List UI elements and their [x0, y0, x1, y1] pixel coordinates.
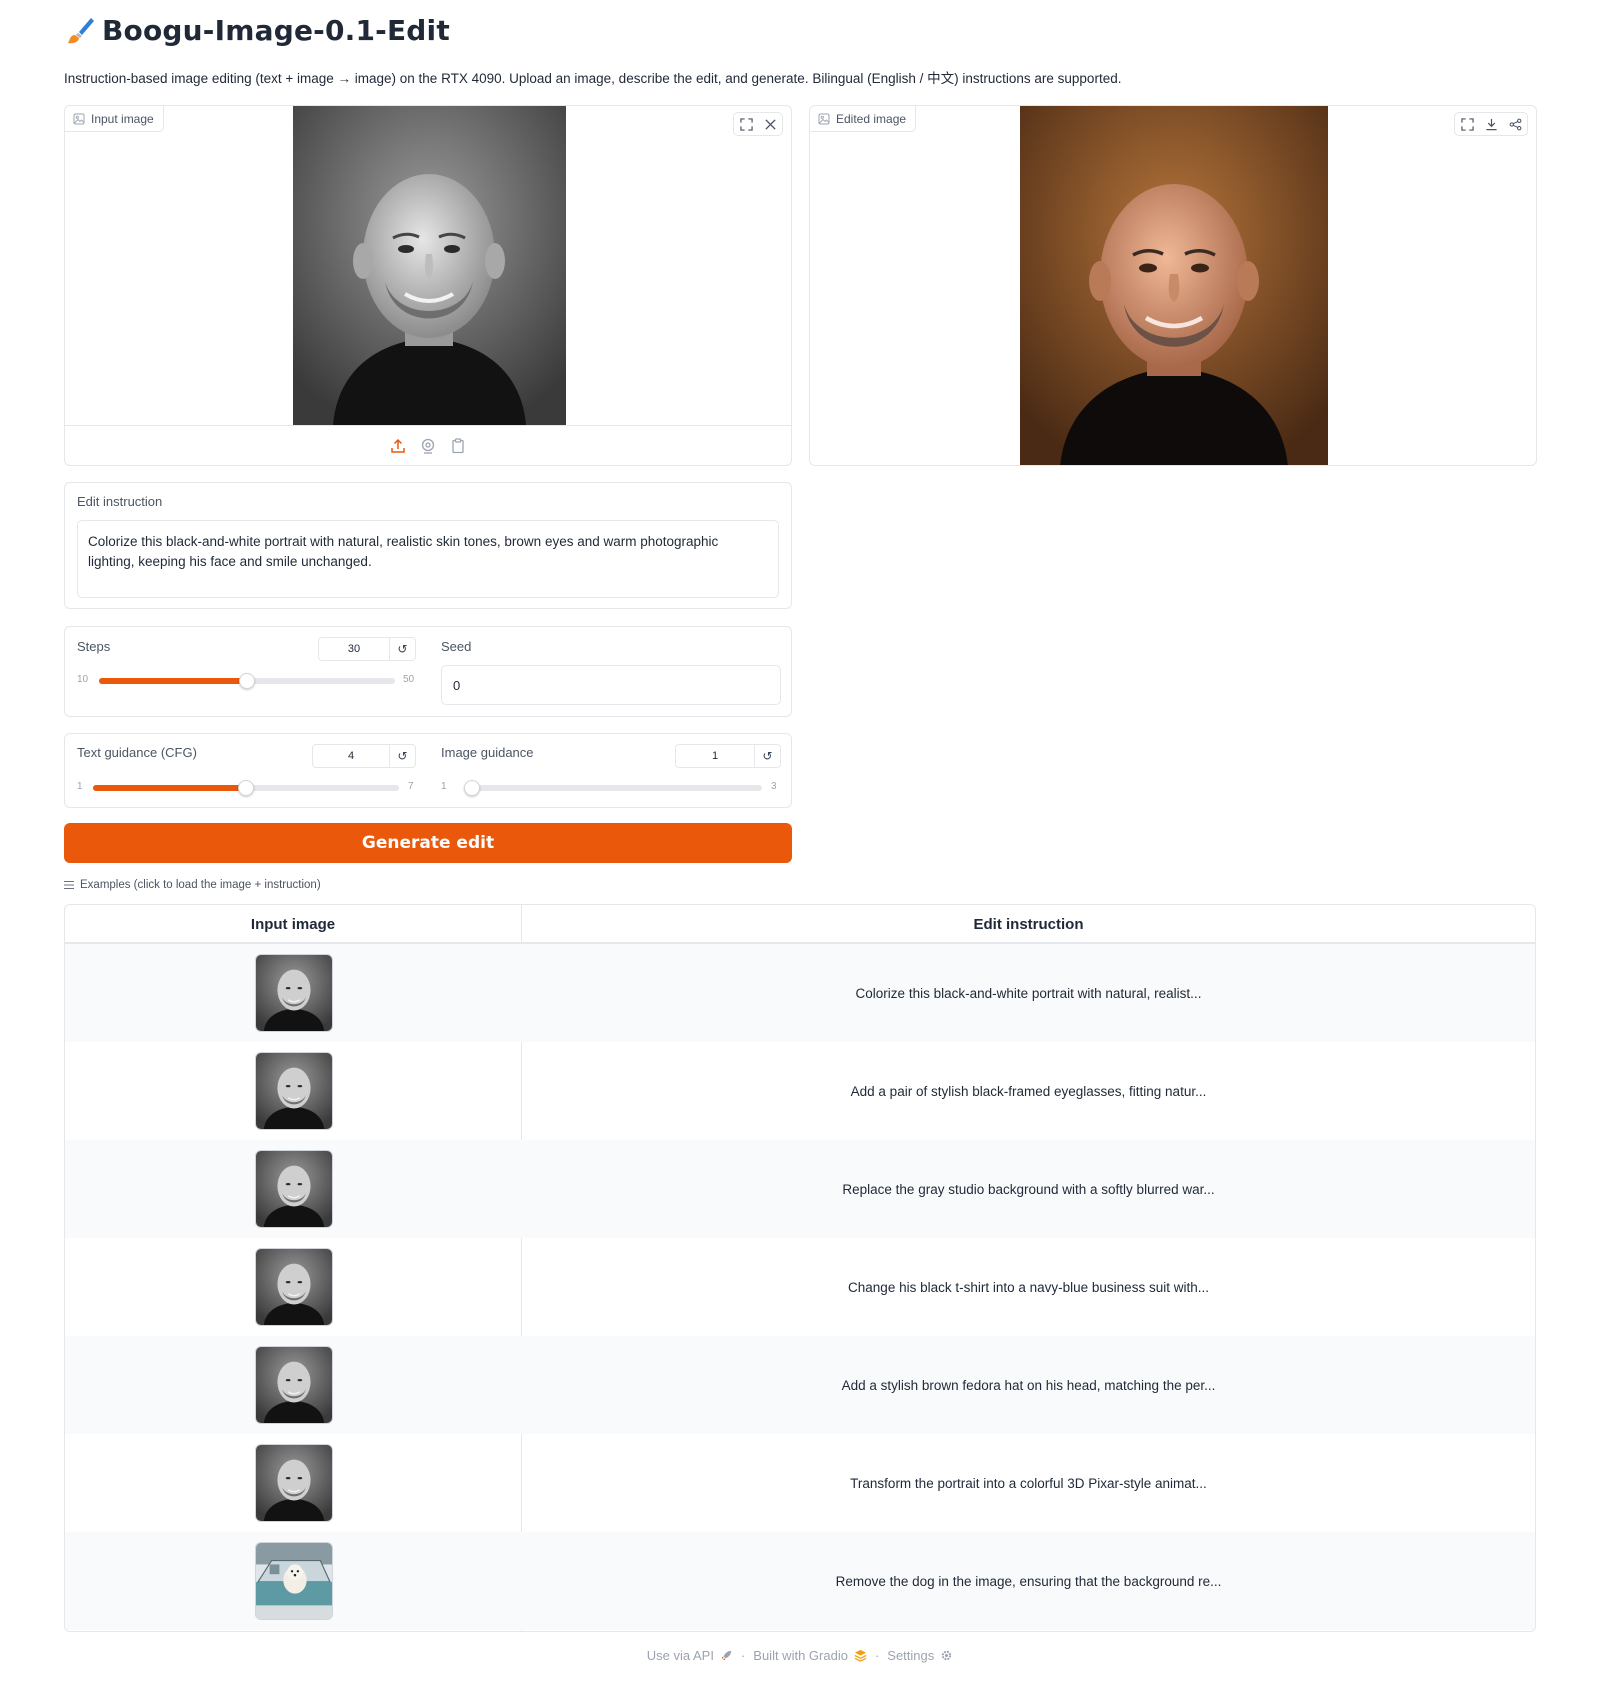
example-row[interactable]: Add a stylish brown fedora hat on his he…	[65, 1336, 1535, 1434]
download-icon[interactable]	[1479, 113, 1503, 135]
clipboard-icon[interactable]	[448, 436, 468, 456]
example-instruction[interactable]: Remove the dog in the image, ensuring th…	[522, 1532, 1535, 1630]
steps-slider-fill	[99, 678, 247, 684]
footer: Use via API · Built with Gradio · Settin…	[0, 1648, 1600, 1663]
use-via-api-link[interactable]: Use via API	[647, 1648, 733, 1663]
example-thumbnail[interactable]	[255, 1150, 333, 1228]
example-row[interactable]: Colorize this black-and-white portrait w…	[65, 944, 1535, 1042]
examples-table: Input image Edit instruction Colorize th…	[64, 904, 1536, 1632]
edit-instruction-block: Edit instruction Colorize this black-and…	[64, 482, 792, 609]
reset-icon[interactable]: ↺	[754, 745, 780, 767]
text-guidance-slider-fill	[93, 785, 246, 791]
fullscreen-icon[interactable]	[1455, 113, 1479, 135]
fullscreen-icon[interactable]	[734, 113, 758, 135]
guidance-block: Text guidance (CFG) 4 ↺ 1 7 Image guidan…	[64, 733, 792, 808]
text-guidance-number-input[interactable]: 4 ↺	[312, 744, 416, 768]
steps-label: Steps	[77, 639, 111, 654]
example-instruction[interactable]: Replace the gray studio background with …	[522, 1140, 1535, 1238]
steps-slider-thumb[interactable]	[239, 673, 255, 689]
example-thumbnail[interactable]	[255, 1542, 333, 1620]
steps-seed-block: Steps 30 ↺ 10 50 Seed 0	[64, 626, 792, 717]
edited-image-toolbar	[1454, 112, 1528, 136]
example-instruction[interactable]: Add a stylish brown fedora hat on his he…	[522, 1336, 1535, 1434]
edit-instruction-label: Edit instruction	[77, 494, 163, 509]
input-image-label: Input image	[65, 106, 164, 132]
seed-label: Seed	[441, 639, 472, 654]
example-instruction[interactable]: Transform the portrait into a colorful 3…	[522, 1434, 1535, 1532]
example-instruction[interactable]: Add a pair of stylish black-framed eyegl…	[522, 1042, 1535, 1140]
example-row[interactable]: Transform the portrait into a colorful 3…	[65, 1434, 1535, 1532]
image-icon	[73, 113, 85, 124]
example-row[interactable]: Change his black t-shirt into a navy-blu…	[65, 1238, 1535, 1336]
rocket-icon	[721, 1650, 732, 1661]
image-guidance-label: Image guidance	[441, 745, 534, 760]
image-guidance-slider-thumb[interactable]	[464, 780, 480, 796]
text-guidance-min: 1	[77, 781, 83, 792]
edited-image-label-text: Edited image	[836, 111, 907, 126]
example-thumbnail[interactable]	[255, 954, 333, 1032]
steps-value[interactable]: 30	[319, 638, 389, 660]
paintbrush-icon	[68, 17, 94, 43]
footer-separator: ·	[740, 1648, 746, 1663]
use-via-api-text: Use via API	[646, 1648, 714, 1663]
example-thumbnail[interactable]	[255, 1248, 333, 1326]
upload-icon[interactable]	[388, 436, 408, 456]
input-image-label-text: Input image	[91, 111, 154, 126]
image-guidance-slider[interactable]	[464, 780, 762, 796]
text-guidance-max: 7	[408, 781, 414, 792]
edited-image-label: Edited image	[810, 106, 917, 132]
input-image-preview	[293, 106, 566, 425]
gear-icon	[942, 1650, 952, 1661]
example-thumbnail[interactable]	[255, 1052, 333, 1130]
example-row[interactable]: Remove the dog in the image, ensuring th…	[65, 1532, 1535, 1630]
text-guidance-value[interactable]: 4	[313, 745, 389, 767]
close-icon[interactable]	[758, 113, 782, 135]
edit-instruction-input[interactable]: Colorize this black-and-white portrait w…	[77, 520, 779, 598]
gradio-logo-icon	[854, 1649, 867, 1662]
steps-number-input[interactable]: 30 ↺	[318, 637, 416, 661]
column-header-input-image: Input image	[250, 916, 336, 933]
steps-max: 50	[403, 674, 415, 685]
generate-edit-button[interactable]: Generate edit	[64, 823, 792, 863]
settings-text: Settings	[887, 1648, 935, 1663]
image-guidance-number-input[interactable]: 1 ↺	[675, 744, 781, 768]
examples-table-header: Input image Edit instruction	[65, 905, 1535, 944]
examples-label-text: Examples (click to load the image + inst…	[80, 879, 321, 891]
edited-image-panel: Edited image	[809, 105, 1537, 466]
input-image-toolbar	[733, 112, 783, 136]
example-row[interactable]: Replace the gray studio background with …	[65, 1140, 1535, 1238]
example-instruction[interactable]: Change his black t-shirt into a navy-blu…	[522, 1238, 1535, 1336]
image-guidance-value[interactable]: 1	[676, 745, 754, 767]
reset-icon[interactable]: ↺	[389, 745, 415, 767]
example-instruction[interactable]: Colorize this black-and-white portrait w…	[522, 944, 1535, 1042]
example-thumbnail[interactable]	[255, 1346, 333, 1424]
upload-source-bar	[65, 425, 791, 465]
text-guidance-slider[interactable]	[93, 780, 399, 796]
steps-slider[interactable]	[99, 673, 395, 689]
seed-input[interactable]: 0	[441, 665, 781, 705]
footer-separator: ·	[874, 1648, 880, 1663]
built-with-gradio-text: Built with Gradio	[753, 1648, 848, 1663]
page-title: Boogu-Image-0.1-Edit	[102, 14, 450, 47]
image-guidance-max: 3	[771, 781, 777, 792]
image-icon	[818, 113, 830, 124]
reset-icon[interactable]: ↺	[389, 638, 415, 660]
text-guidance-label: Text guidance (CFG)	[77, 745, 197, 760]
settings-link[interactable]: Settings	[887, 1648, 953, 1663]
app-title: Boogu-Image-0.1-Edit	[64, 14, 450, 47]
app-description: Instruction-based image editing (text + …	[64, 71, 1122, 86]
text-guidance-slider-thumb[interactable]	[238, 780, 254, 796]
edited-image-preview	[1020, 106, 1328, 465]
example-thumbnail[interactable]	[255, 1444, 333, 1522]
steps-min: 10	[77, 674, 89, 685]
examples-label: Examples (click to load the image + inst…	[64, 879, 321, 891]
column-header-edit-instruction: Edit instruction	[973, 916, 1084, 933]
input-image-panel[interactable]: Input image	[64, 105, 792, 466]
share-icon[interactable]	[1503, 113, 1527, 135]
list-icon	[64, 881, 74, 889]
webcam-icon[interactable]	[418, 436, 438, 456]
image-guidance-min: 1	[441, 781, 447, 792]
built-with-gradio-link[interactable]: Built with Gradio	[753, 1648, 867, 1663]
example-row[interactable]: Add a pair of stylish black-framed eyegl…	[65, 1042, 1535, 1140]
